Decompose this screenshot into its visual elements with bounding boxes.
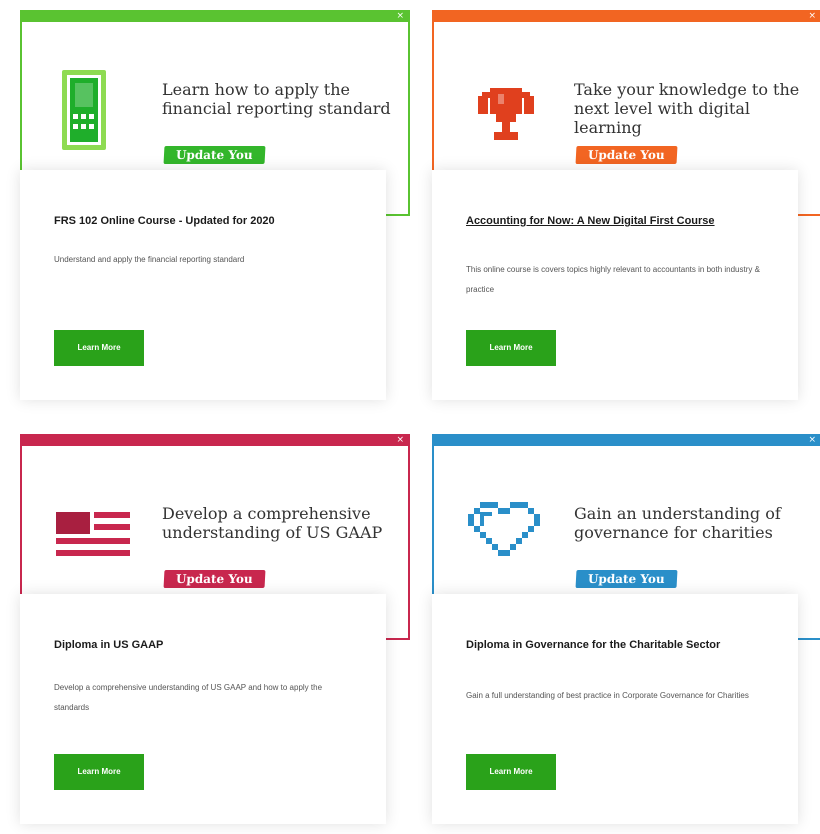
course-title: FRS 102 Online Course - Updated for 2020 <box>54 215 275 227</box>
close-icon[interactable]: × <box>396 434 404 446</box>
learn-more-button[interactable]: Learn More <box>466 754 556 790</box>
course-card: Accounting for Now: A New Digital First … <box>432 170 798 400</box>
heart-icon <box>468 502 540 556</box>
banner-headline: Develop a comprehensive understanding of… <box>162 504 383 542</box>
banner-headline: Learn how to apply the financial reporti… <box>162 80 391 118</box>
course-title-link[interactable]: Accounting for Now: A New Digital First … <box>466 212 786 231</box>
close-icon[interactable]: × <box>808 10 816 22</box>
close-icon[interactable]: × <box>808 434 816 446</box>
course-tile-accounting-for-now: × Take your knowledge to the next level … <box>432 10 820 410</box>
course-title: Diploma in US GAAP <box>54 639 164 651</box>
update-you-button[interactable]: Update You <box>163 570 266 588</box>
course-tile-charities-governance: × Gain an understanding of governance fo… <box>432 434 820 834</box>
close-icon[interactable]: × <box>396 10 404 22</box>
update-you-button[interactable]: Update You <box>575 146 678 164</box>
calculator-icon <box>62 70 106 150</box>
update-you-button[interactable]: Update You <box>575 570 678 588</box>
learn-more-button[interactable]: Learn More <box>54 754 144 790</box>
learn-more-button[interactable]: Learn More <box>54 330 144 366</box>
course-description: Gain a full understanding of best practi… <box>466 691 749 700</box>
course-description: This online course is covers topics high… <box>466 265 760 294</box>
course-title: Diploma in Governance for the Charitable… <box>466 639 721 651</box>
course-card: Diploma in US GAAP Develop a comprehensi… <box>20 594 386 824</box>
course-tile-frs102: × Learn how to apply the financial repor… <box>20 10 410 410</box>
banner-headline: Gain an understanding of governance for … <box>574 504 781 542</box>
banner-headline: Take your knowledge to the next level wi… <box>574 80 800 137</box>
trophy-icon <box>478 88 534 140</box>
course-description: Understand and apply the financial repor… <box>54 255 245 264</box>
us-flag-icon <box>56 512 130 556</box>
course-card: FRS 102 Online Course - Updated for 2020… <box>20 170 386 400</box>
update-you-button[interactable]: Update You <box>163 146 266 164</box>
learn-more-button[interactable]: Learn More <box>466 330 556 366</box>
course-card: Diploma in Governance for the Charitable… <box>432 594 798 824</box>
course-tile-us-gaap: × Develop a comprehensive understanding … <box>20 434 410 834</box>
course-description: Develop a comprehensive understanding of… <box>54 683 323 712</box>
